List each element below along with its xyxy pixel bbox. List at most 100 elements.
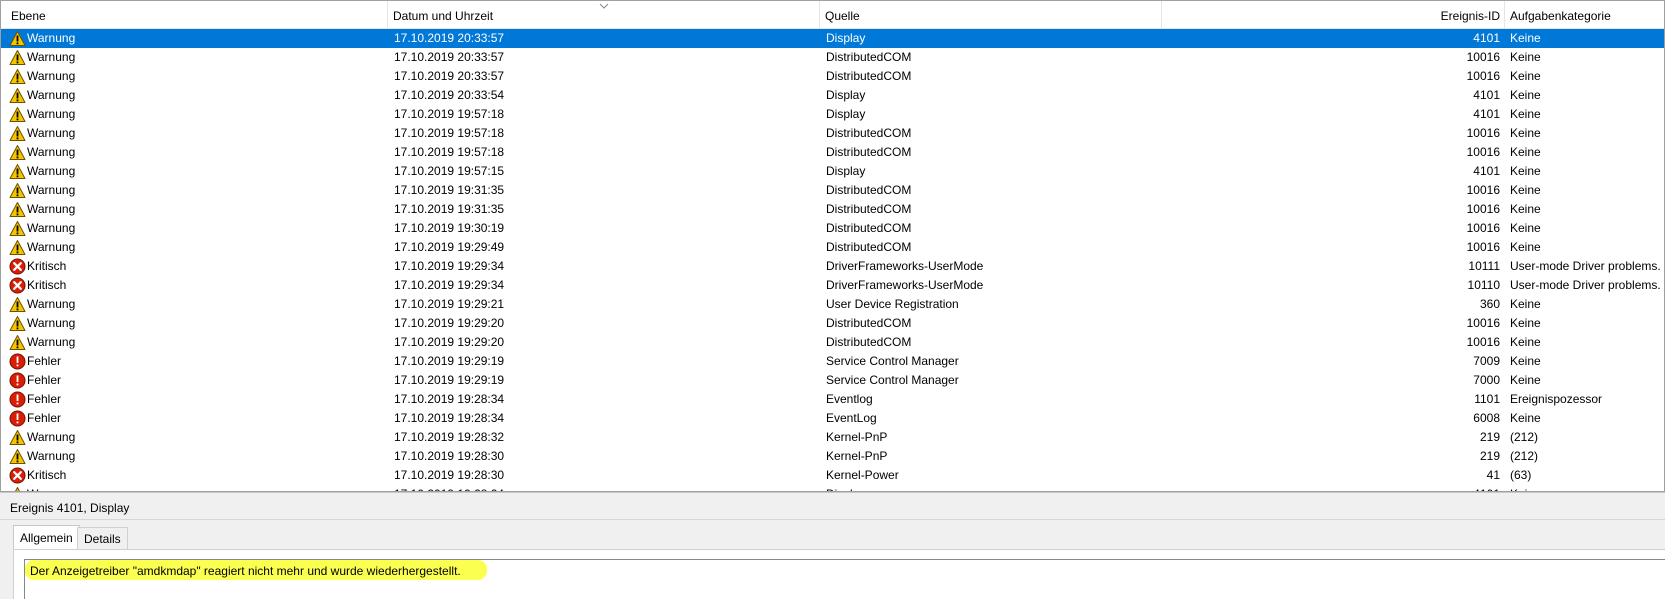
- task-category-cell: Ereignispozessor: [1510, 392, 1603, 406]
- warning-icon: [9, 449, 26, 464]
- datetime-cell: 17.10.2019 19:28:32: [394, 430, 505, 444]
- tab-allgemein[interactable]: Allgemein: [13, 525, 80, 550]
- event-message-box[interactable]: Der Anzeigetreiber "amdkmdap" reagiert n…: [24, 559, 1665, 599]
- source-cell: DistributedCOM: [826, 69, 912, 83]
- table-row[interactable]: Warnung 17.10.2019 19:57:18 DistributedCOM…: [1, 143, 1664, 162]
- task-category-cell: Keine: [1510, 316, 1541, 330]
- table-row[interactable]: Kritisch 17.10.2019 19:29:34 DriverFramewo…: [1, 276, 1664, 295]
- source-cell: DistributedCOM: [826, 183, 912, 197]
- source-cell: DistributedCOM: [826, 240, 912, 254]
- table-row[interactable]: Warnung 17.10.2019 20:33:57 DistributedCOM…: [1, 48, 1664, 67]
- error-icon: [9, 372, 26, 389]
- table-row[interactable]: Warnung 17.10.2019 19:29:49 DistributedCOM…: [1, 238, 1664, 257]
- source-cell: EventLog: [826, 411, 877, 425]
- datetime-cell: 17.10.2019 19:29:20: [394, 316, 505, 330]
- event-id-cell: 10016: [1466, 50, 1500, 64]
- source-cell: DistributedCOM: [826, 145, 912, 159]
- warning-icon: [9, 126, 26, 141]
- event-id-cell: 10016: [1466, 221, 1500, 235]
- error-icon: [9, 391, 26, 408]
- table-row[interactable]: Fehler 17.10.2019 19:29:19 Service Control…: [1, 352, 1664, 371]
- table-row[interactable]: Warnung 17.10.2019 19:29:20 DistributedCOM…: [1, 314, 1664, 333]
- datetime-cell: 17.10.2019 19:29:34: [394, 278, 505, 292]
- task-category-cell: Keine: [1510, 69, 1541, 83]
- level-cell: Kritisch: [27, 259, 67, 273]
- divider: [0, 519, 1665, 520]
- table-row[interactable]: Kritisch 17.10.2019 19:29:34 DriverFramewo…: [1, 257, 1664, 276]
- datetime-cell: 17.10.2019 19:29:34: [394, 259, 505, 273]
- table-row[interactable]: Warnung 17.10.2019 19:57:18 DistributedCOM…: [1, 124, 1664, 143]
- event-id-cell: 219: [1479, 430, 1500, 444]
- table-row[interactable]: Warnung 17.10.2019 20:33:57 DistributedCOM…: [1, 67, 1664, 86]
- table-row[interactable]: Warnung 17.10.2019 19:31:35 DistributedCOM…: [1, 200, 1664, 219]
- tab-details[interactable]: Details: [77, 527, 128, 549]
- datetime-cell: 17.10.2019 19:28:24: [394, 485, 814, 491]
- level-cell: Warnung: [27, 126, 76, 140]
- table-row[interactable]: Warnung 17.10.2019 19:28:32 Kernel-PnP 219 (…: [1, 428, 1664, 447]
- datetime-cell: 17.10.2019 19:29:49: [394, 240, 505, 254]
- column-separator[interactable]: [1161, 1, 1162, 29]
- datetime-cell: 17.10.2019 19:57:18: [394, 145, 505, 159]
- datetime-cell: 17.10.2019 19:29:20: [394, 335, 505, 349]
- warning-icon: [9, 183, 26, 198]
- column-event-id[interactable]: Ereignis-ID: [1331, 1, 1500, 29]
- event-id-cell: 1101: [1474, 392, 1500, 406]
- event-id-cell: 10016: [1466, 145, 1500, 159]
- level-cell: Kritisch: [27, 468, 67, 482]
- table-row[interactable]: Fehler 17.10.2019 19:28:34 Eventlog 1101 Ere…: [1, 390, 1664, 409]
- table-row[interactable]: Warnung 17.10.2019 19:57:18 Display 4101 Kei…: [1, 105, 1664, 124]
- table-row[interactable]: Warnung 17.10.2019 19:31:35 DistributedCOM…: [1, 181, 1664, 200]
- event-detail-title: Ereignis 4101, Display: [10, 501, 130, 515]
- task-category-cell: Keine: [1510, 335, 1541, 349]
- event-message-text: Der Anzeigetreiber "amdkmdap" reagiert n…: [30, 564, 461, 578]
- task-category-cell: Keine: [1510, 31, 1541, 45]
- column-source[interactable]: Quelle: [825, 1, 860, 29]
- level-cell: Warnung: [27, 202, 76, 216]
- warning-icon: [9, 69, 26, 84]
- table-row[interactable]: Warnung 17.10.2019 20:33:54 Display 4101 Kei…: [1, 86, 1664, 105]
- table-row[interactable]: Warnung 17.10.2019 19:30:19 DistributedCOM…: [1, 219, 1664, 238]
- level-cell: Kritisch: [27, 278, 67, 292]
- column-separator[interactable]: [387, 1, 388, 29]
- table-row[interactable]: Warnung 17.10.2019 19:57:15 Display 4101 Kei…: [1, 162, 1664, 181]
- event-id-cell: 4101: [1473, 164, 1500, 178]
- column-task-category[interactable]: Aufgabenkategorie: [1510, 1, 1611, 29]
- level-cell: Warnung: [27, 50, 76, 64]
- level-cell: Warnung: [27, 449, 76, 463]
- column-datetime[interactable]: Datum und Uhrzeit: [393, 1, 493, 29]
- warning-icon: [9, 202, 26, 217]
- task-category-cell: Keine: [1510, 297, 1541, 311]
- table-row[interactable]: Fehler 17.10.2019 19:29:19 Service Control…: [1, 371, 1664, 390]
- table-row[interactable]: Fehler 17.10.2019 19:28:34 EventLog 6008 Kei…: [1, 409, 1664, 428]
- table-row[interactable]: Warnung 17.10.2019 20:33:57 Display 4101 Kei…: [1, 29, 1664, 48]
- table-row[interactable]: Warnung 17.10.2019 19:29:21 User Device Re…: [1, 295, 1664, 314]
- event-id-cell: 7000: [1473, 373, 1500, 387]
- datetime-cell: 17.10.2019 19:30:19: [394, 221, 505, 235]
- datetime-cell: 17.10.2019 20:33:54: [394, 88, 505, 102]
- event-id-cell: 360: [1479, 297, 1500, 311]
- event-list[interactable]: Ebene Datum und Uhrzeit Quelle Ereignis-…: [0, 0, 1665, 492]
- level-cell: Warnung: [27, 31, 76, 45]
- level-cell: Warnung: [27, 107, 76, 121]
- event-id-cell: 10111: [1468, 259, 1500, 273]
- datetime-cell: 17.10.2019 19:57:18: [394, 107, 505, 121]
- column-separator[interactable]: [819, 1, 820, 29]
- column-level[interactable]: Ebene: [11, 1, 46, 29]
- event-id-cell: 10016: [1466, 240, 1500, 254]
- warning-icon: [9, 164, 26, 179]
- table-row[interactable]: Warnung 17.10.2019 19:28:30 Kernel-PnP 219 (…: [1, 447, 1664, 466]
- table-row[interactable]: Kritisch 17.10.2019 19:28:30 Kernel-Power 4…: [1, 466, 1664, 485]
- datetime-cell: 17.10.2019 19:31:35: [394, 202, 505, 216]
- event-id-cell: 10016: [1466, 69, 1500, 83]
- table-row[interactable]: Warnung 17.10.2019 19:28:24 Display 4101 Kei…: [1, 485, 1664, 491]
- warning-icon: [9, 297, 26, 312]
- column-separator[interactable]: [1504, 1, 1505, 29]
- task-category-cell: Keine: [1510, 145, 1541, 159]
- level-cell: Fehler: [27, 392, 62, 406]
- event-id-cell: 7009: [1473, 354, 1500, 368]
- critical-icon: [9, 277, 26, 294]
- task-category-cell: Keine: [1510, 240, 1541, 254]
- source-cell: DistributedCOM: [826, 50, 912, 64]
- table-row[interactable]: Warnung 17.10.2019 19:29:20 DistributedCOM…: [1, 333, 1664, 352]
- event-id-cell: 4101: [1331, 485, 1500, 491]
